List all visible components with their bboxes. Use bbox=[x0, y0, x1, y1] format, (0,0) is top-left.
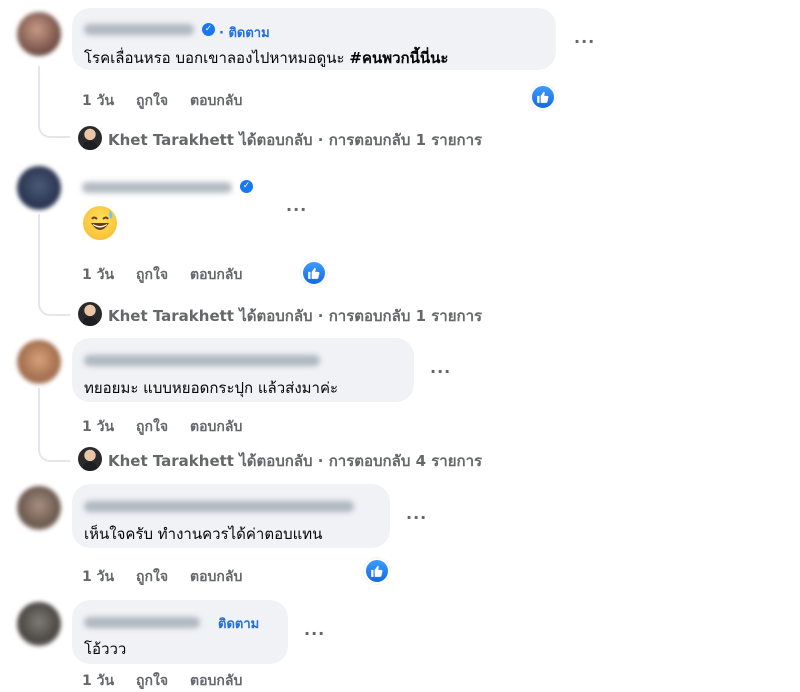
reply-count: การตอบกลับ 1 รายการ bbox=[328, 307, 483, 325]
reply-button[interactable]: ตอบกลับ bbox=[190, 419, 242, 435]
author-name[interactable] bbox=[84, 355, 320, 366]
more-options-icon[interactable]: ··· bbox=[304, 624, 325, 643]
separator: · bbox=[312, 307, 329, 325]
more-options-icon[interactable]: ··· bbox=[574, 32, 595, 51]
comment-actions: 1 วัน ถูกใจ ตอบกลับ bbox=[82, 566, 264, 588]
verified-badge-icon: ✓ bbox=[202, 23, 215, 36]
avatar[interactable] bbox=[17, 166, 61, 210]
hashtag-link[interactable]: #คนพวกนี้นี่นะ bbox=[349, 49, 448, 67]
reply-author-avatar bbox=[78, 447, 102, 471]
like-button[interactable]: ถูกใจ bbox=[136, 569, 168, 585]
avatar[interactable] bbox=[17, 486, 61, 530]
comment-actions: 1 วัน ถูกใจ ตอบกลับ bbox=[82, 416, 264, 438]
reply-author-avatar bbox=[78, 302, 102, 326]
reply-button[interactable]: ตอบกลับ bbox=[190, 267, 242, 283]
timestamp[interactable]: 1 วัน bbox=[82, 419, 114, 435]
comment-bubble: ทยอยมะ แบบหยอดกระปุก แล้วส่งมาค่ะ bbox=[72, 338, 414, 402]
reply-count: การตอบกลับ 4 รายการ bbox=[328, 452, 483, 470]
author-name[interactable] bbox=[84, 501, 354, 512]
like-button[interactable]: ถูกใจ bbox=[136, 673, 168, 689]
reply-action: ได้ตอบกลับ bbox=[233, 452, 313, 470]
comment-text: โอ้ววว bbox=[84, 640, 127, 658]
thread-line bbox=[38, 388, 70, 462]
thread-line bbox=[38, 66, 70, 138]
comment-text-plain: โรคเลื่อนหรอ บอกเขาลองไปหาหมอดูนะ bbox=[84, 49, 350, 67]
avatar[interactable] bbox=[17, 340, 61, 384]
author-name[interactable] bbox=[84, 617, 200, 628]
thread-line bbox=[38, 214, 70, 316]
avatar[interactable] bbox=[17, 602, 61, 646]
reply-button[interactable]: ตอบกลับ bbox=[190, 93, 242, 109]
comment-text: ทยอยมะ แบบหยอดกระปุก แล้วส่งมาค่ะ bbox=[84, 379, 339, 397]
like-button[interactable]: ถูกใจ bbox=[136, 93, 168, 109]
comment-bubble: เห็นใจครับ ทำงานควรได้ค่าตอบแทน bbox=[72, 484, 390, 548]
timestamp[interactable]: 1 วัน bbox=[82, 569, 114, 585]
timestamp[interactable]: 1 วัน bbox=[82, 93, 114, 109]
comment-actions: 1 วัน ถูกใจ ตอบกลับ bbox=[82, 670, 264, 692]
comment-actions: 1 วัน ถูกใจ ตอบกลับ bbox=[82, 90, 264, 112]
like-button[interactable]: ถูกใจ bbox=[136, 267, 168, 283]
more-options-icon[interactable]: ··· bbox=[406, 508, 427, 527]
comment-bubble: ✓ · ติดตาม โรคเลื่อนหรอ บอกเขาลองไปหาหมอ… bbox=[72, 8, 556, 70]
comment-text: เห็นใจครับ ทำงานควรได้ค่าตอบแทน bbox=[84, 525, 323, 543]
timestamp[interactable]: 1 วัน bbox=[82, 267, 114, 283]
more-options-icon[interactable]: ··· bbox=[430, 362, 451, 381]
separator: · bbox=[312, 452, 329, 470]
replies-summary: Khet Tarakhett ได้ตอบกลับ · การตอบกลับ 1… bbox=[108, 304, 482, 328]
like-reaction-icon[interactable] bbox=[301, 260, 327, 286]
sweat-smile-emoji bbox=[83, 206, 117, 240]
reply-button[interactable]: ตอบกลับ bbox=[190, 569, 242, 585]
comment-text: โรคเลื่อนหรอ บอกเขาลองไปหาหมอดูนะ #คนพวก… bbox=[84, 46, 448, 70]
follow-button[interactable]: · ติดตาม bbox=[219, 22, 270, 43]
reply-author-avatar bbox=[78, 126, 102, 150]
reply-button[interactable]: ตอบกลับ bbox=[190, 673, 242, 689]
reply-count: การตอบกลับ 1 รายการ bbox=[328, 131, 483, 149]
like-button[interactable]: ถูกใจ bbox=[136, 419, 168, 435]
more-options-icon[interactable]: ··· bbox=[286, 200, 307, 219]
reply-action: ได้ตอบกลับ bbox=[233, 307, 313, 325]
avatar[interactable] bbox=[17, 12, 61, 56]
reply-action: ได้ตอบกลับ bbox=[233, 131, 313, 149]
comment-actions: 1 วัน ถูกใจ ตอบกลับ bbox=[82, 264, 264, 286]
reply-author: Khet Tarakhett bbox=[108, 307, 234, 325]
reply-author: Khet Tarakhett bbox=[108, 131, 234, 149]
like-reaction-icon[interactable] bbox=[364, 558, 390, 584]
author-name[interactable] bbox=[84, 24, 194, 35]
verified-badge-icon: ✓ bbox=[240, 180, 253, 193]
timestamp[interactable]: 1 วัน bbox=[82, 673, 114, 689]
separator: · bbox=[312, 131, 329, 149]
follow-button[interactable]: ติดตาม bbox=[218, 613, 259, 634]
like-reaction-icon[interactable] bbox=[530, 84, 556, 110]
author-name[interactable] bbox=[82, 182, 232, 193]
replies-summary: Khet Tarakhett ได้ตอบกลับ · การตอบกลับ 1… bbox=[108, 128, 482, 152]
replies-summary: Khet Tarakhett ได้ตอบกลับ · การตอบกลับ 4… bbox=[108, 449, 482, 473]
comment-bubble: ติดตาม โอ้ววว bbox=[72, 600, 288, 664]
reply-author: Khet Tarakhett bbox=[108, 452, 234, 470]
